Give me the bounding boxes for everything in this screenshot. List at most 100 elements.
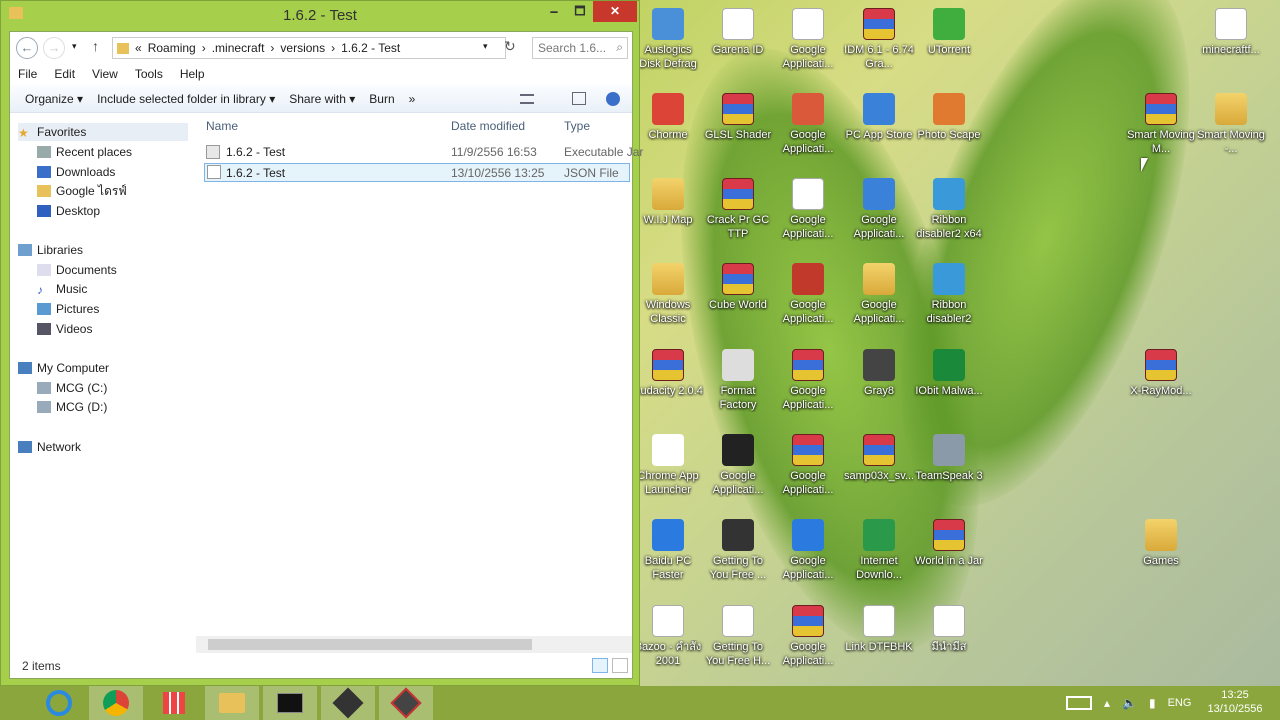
help-icon[interactable] xyxy=(606,92,620,106)
internet-explorer-taskbar-button[interactable] xyxy=(32,686,86,720)
keyboard-icon[interactable] xyxy=(1066,696,1092,710)
title-bar[interactable]: 1.6.2 - Test 🗕 🗖 ✕ xyxy=(1,1,639,31)
desktop-shortcut[interactable]: Google Applicati... xyxy=(702,434,774,497)
menu-edit[interactable]: Edit xyxy=(54,67,75,81)
search-input[interactable]: Search 1.6... ⌕ xyxy=(532,37,628,59)
breadcrumb-separator[interactable]: › xyxy=(202,41,206,55)
desktop-shortcut[interactable]: samp03x_sv... xyxy=(843,434,915,483)
desktop-shortcut[interactable]: Auslogics Disk Defrag xyxy=(632,8,704,71)
desktop-shortcut[interactable]: Chorme xyxy=(632,93,704,142)
breadcrumb-separator[interactable]: › xyxy=(331,41,335,55)
desktop-shortcut[interactable]: Google Applicati... xyxy=(772,93,844,156)
desktop-shortcut[interactable]: Smart Moving M... xyxy=(1125,93,1197,156)
nav-documents[interactable]: Documents xyxy=(37,261,117,279)
breadcrumb-item[interactable]: versions xyxy=(280,41,325,55)
clock[interactable]: 13:25 13/10/2556 xyxy=(1200,688,1270,716)
desktop-shortcut[interactable]: Cube World xyxy=(702,263,774,312)
back-button[interactable]: ← xyxy=(16,37,38,59)
view-options-icon[interactable] xyxy=(520,94,534,104)
breadcrumb-separator[interactable]: › xyxy=(270,41,274,55)
desktop-shortcut[interactable]: Ribbon disabler2 xyxy=(913,263,985,326)
desktop-shortcut[interactable]: World in a Jar xyxy=(913,519,985,568)
burn-button[interactable]: Burn xyxy=(369,92,394,106)
desktop-shortcut[interactable]: Photo Scape xyxy=(913,93,985,142)
desktop-shortcut[interactable]: X-RayMod... xyxy=(1125,349,1197,398)
recent-dropdown-icon[interactable]: ▾ xyxy=(72,41,77,52)
desktop-shortcut[interactable]: Google Applicati... xyxy=(772,519,844,582)
desktop-shortcut[interactable]: TeamSpeak 3 xyxy=(913,434,985,483)
desktop-shortcut[interactable]: Google Applicati... xyxy=(772,263,844,326)
nav-drive-d[interactable]: MCG (D:) xyxy=(37,398,107,416)
desktop-shortcut[interactable]: มีนำมีส xyxy=(913,605,985,654)
nav-libraries[interactable]: Libraries xyxy=(18,241,83,259)
desktop-shortcut[interactable]: Google Applicati... xyxy=(843,178,915,241)
volume-icon[interactable]: 🔈 xyxy=(1122,696,1137,710)
app-taskbar-button[interactable] xyxy=(321,686,375,720)
desktop-shortcut[interactable]: Google Applicati... xyxy=(843,263,915,326)
menu-file[interactable]: File xyxy=(18,67,37,81)
language-indicator[interactable]: ENG xyxy=(1168,697,1192,709)
close-button[interactable]: ✕ xyxy=(593,1,637,22)
app-launcher-taskbar-button[interactable] xyxy=(147,686,201,720)
up-button[interactable]: ↑ xyxy=(92,38,99,54)
desktop-shortcut[interactable]: Google Applicati... xyxy=(772,349,844,412)
desktop-shortcut[interactable]: Baidu PC Faster xyxy=(632,519,704,582)
desktop-shortcut[interactable]: Chrome App Launcher xyxy=(632,434,704,497)
desktop-shortcut[interactable]: Garena ID xyxy=(702,8,774,57)
command-prompt-taskbar-button[interactable] xyxy=(263,686,317,720)
preview-pane-icon[interactable] xyxy=(572,92,586,105)
address-dropdown-icon[interactable]: ▾ xyxy=(483,41,488,52)
nav-downloads[interactable]: Downloads xyxy=(37,163,115,181)
nav-videos[interactable]: Videos xyxy=(37,320,92,338)
refresh-button[interactable]: ↻ xyxy=(504,38,516,55)
app-taskbar-button[interactable] xyxy=(379,686,433,720)
nav-recent-places[interactable]: Recent places xyxy=(37,143,132,161)
desktop-shortcut[interactable]: Getting To You Free ... xyxy=(702,519,774,582)
more-commands-button[interactable]: » xyxy=(409,92,416,106)
scrollbar-thumb[interactable] xyxy=(208,639,532,650)
desktop-shortcut[interactable]: IObit Malwa... xyxy=(913,349,985,398)
share-with-button[interactable]: Share with ▾ xyxy=(289,92,355,106)
large-icons-view-icon[interactable] xyxy=(612,658,628,673)
breadcrumb[interactable]: « Roaming › .minecraft › versions › 1.6.2 - Tes… xyxy=(112,37,506,59)
maximize-button[interactable]: 🗖 xyxy=(567,1,593,22)
desktop-shortcut[interactable]: Google Applicati... xyxy=(772,8,844,71)
horizontal-scrollbar[interactable] xyxy=(196,636,632,653)
nav-drive-c[interactable]: MCG (C:) xyxy=(37,379,107,397)
desktop-shortcut[interactable]: Bazoo - คำสั่ง 2001 xyxy=(632,605,704,668)
nav-music[interactable]: ♪ Music xyxy=(37,280,87,298)
include-in-library-button[interactable]: Include selected folder in library ▾ xyxy=(97,92,275,106)
desktop-shortcut[interactable]: Google Applicati... xyxy=(772,605,844,668)
desktop-shortcut[interactable]: Getting To You Free H... xyxy=(702,605,774,668)
breadcrumb-separator[interactable]: « xyxy=(135,41,142,55)
file-row[interactable]: 1.6.2 - Test 13/10/2556 13:25 JSON File xyxy=(204,163,630,182)
column-name[interactable]: Name xyxy=(206,119,238,133)
desktop-shortcut[interactable]: PC App Store xyxy=(843,93,915,142)
nav-my-computer[interactable]: My Computer xyxy=(18,359,109,377)
desktop-shortcut[interactable]: Google Applicati... xyxy=(772,178,844,241)
desktop-shortcut[interactable]: UTorrent xyxy=(913,8,985,57)
minimize-button[interactable]: 🗕 xyxy=(541,1,567,22)
menu-tools[interactable]: Tools xyxy=(135,67,163,81)
desktop-shortcut[interactable]: Crack Pr GC TTP xyxy=(702,178,774,241)
breadcrumb-item[interactable]: Roaming xyxy=(148,41,196,55)
menu-view[interactable]: View xyxy=(92,67,118,81)
desktop-shortcut[interactable]: minecraftf... xyxy=(1195,8,1267,57)
desktop-shortcut[interactable]: Internet Downlo... xyxy=(843,519,915,582)
desktop-shortcut[interactable]: Gray8 xyxy=(843,349,915,398)
nav-desktop[interactable]: Desktop xyxy=(37,202,100,220)
network-signal-icon[interactable]: ▮ xyxy=(1149,696,1156,710)
organize-button[interactable]: Organize ▾ xyxy=(25,92,83,106)
chrome-taskbar-button[interactable] xyxy=(89,686,143,720)
desktop-shortcut[interactable]: IDM 6.1 - 6.74 Gra... xyxy=(843,8,915,71)
desktop-shortcut[interactable]: Format Factory xyxy=(702,349,774,412)
forward-button[interactable]: → xyxy=(43,37,65,59)
file-row[interactable]: 1.6.2 - Test 11/9/2556 16:53 Executable … xyxy=(204,143,643,162)
nav-favorites[interactable]: ★ Favorites xyxy=(18,123,188,141)
breadcrumb-item[interactable]: .minecraft xyxy=(212,41,265,55)
desktop-shortcut[interactable]: Google Applicati... xyxy=(772,434,844,497)
menu-help[interactable]: Help xyxy=(180,67,205,81)
show-hidden-icons-icon[interactable]: ▴ xyxy=(1104,696,1110,710)
desktop-shortcut[interactable]: GLSL Shader xyxy=(702,93,774,142)
desktop-shortcut[interactable]: W.I.J Map xyxy=(632,178,704,227)
